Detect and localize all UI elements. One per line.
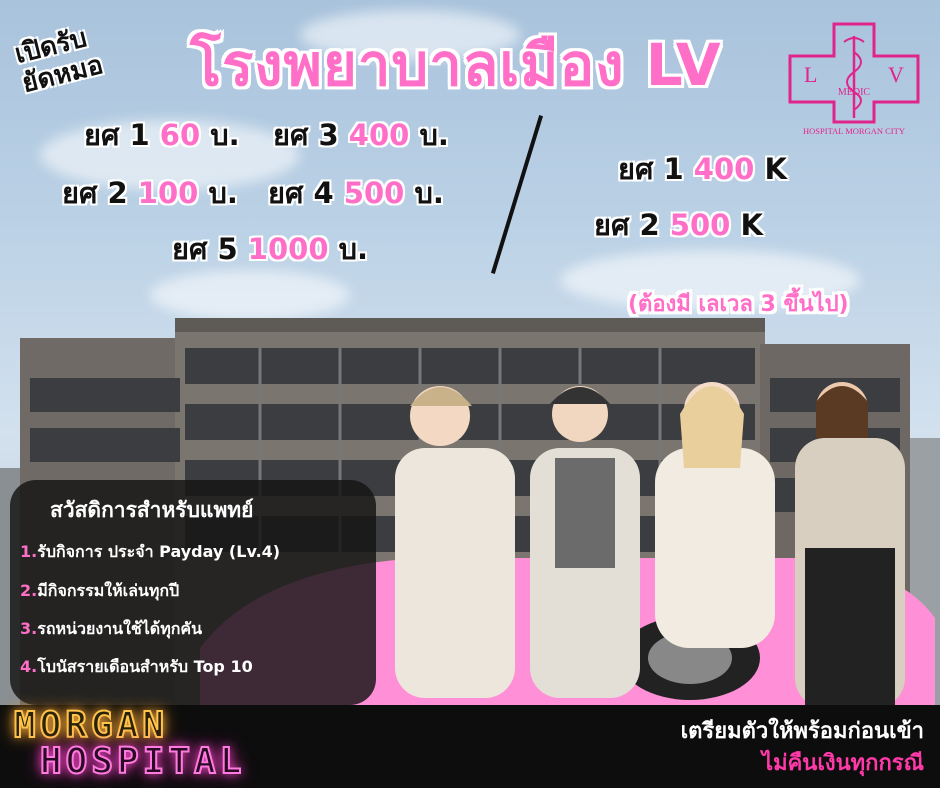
benefit-text: โบนัสรายเดือนสำหรับ Top 10: [37, 657, 253, 676]
price-k-rank-2: ยศ 2 500 K: [594, 202, 763, 248]
price-rank: ยศ 1: [84, 118, 150, 152]
price-amount: 500: [669, 208, 731, 242]
hospital-logo: L V MEDIC HOSPITAL MORGAN CITY: [788, 22, 920, 136]
benefit-text: มีกิจกรรมให้เล่นทุกปี: [37, 581, 180, 600]
recruit-tag: เปิดรับ ยัดหมอ: [12, 21, 106, 99]
logo-word: MEDIC: [838, 87, 871, 98]
price-amount: 500: [343, 176, 405, 210]
benefit-number: 2.: [20, 581, 38, 600]
brand-line-morgan: MORGAN: [13, 704, 169, 747]
price-amount: 400: [693, 152, 755, 186]
price-rank: ยศ 3: [273, 118, 339, 152]
benefit-number: 4.: [20, 657, 38, 676]
benefit-item: 2.มีกิจกรรมให้เล่นทุกปี: [20, 579, 179, 604]
price-rank: ยศ 2: [594, 208, 660, 242]
level-requirement: (ต้องมี เลเวล 3 ขึ้นไป): [628, 292, 849, 317]
logo-caption: HOSPITAL MORGAN CITY: [803, 126, 905, 136]
brand-line-hospital: HOSPITAL: [39, 740, 246, 783]
page-title: โรงพยาบาลเมือง LV: [190, 31, 722, 99]
price-unit: บ.: [414, 176, 444, 210]
logo-letter-left: L: [804, 62, 817, 87]
price-amount: 100: [137, 176, 199, 210]
prepare-note: เตรียมตัวให้พร้อมก่อนเข้า: [680, 719, 924, 744]
price-baht-rank-5: ยศ 5 1000 บ.: [172, 226, 368, 272]
divider-slash: [490, 115, 544, 274]
benefits-heading: สวัสดิการสำหรับแพทย์: [50, 498, 254, 522]
price-unit: K: [764, 152, 787, 186]
price-baht-rank-4: ยศ 4 500 บ.: [268, 170, 444, 216]
price-unit: บ.: [208, 176, 238, 210]
benefits-panel: สวัสดิการสำหรับแพทย์ 1.รับกิจการ ประจำ P…: [10, 480, 376, 705]
price-baht-rank-3: ยศ 3 400 บ.: [273, 112, 449, 158]
price-unit: บ.: [419, 118, 449, 152]
no-refund-note: ไม่คืนเงินทุกกรณี: [762, 751, 924, 776]
benefit-text: รถหน่วยงานใช้ได้ทุกคัน: [37, 619, 203, 638]
price-rank: ยศ 4: [268, 176, 334, 210]
price-rank: ยศ 2: [62, 176, 128, 210]
cloud: [150, 270, 350, 320]
logo-letter-right: V: [888, 62, 904, 87]
price-rank: ยศ 5: [172, 232, 238, 266]
price-unit: บ.: [338, 232, 369, 266]
benefit-text: รับกิจการ ประจำ Payday (Lv.4): [37, 542, 281, 561]
benefit-item: 3.รถหน่วยงานใช้ได้ทุกคัน: [20, 617, 202, 642]
price-amount: 60: [159, 118, 201, 152]
footer-bar: MORGAN HOSPITAL เตรียมตัวให้พร้อมก่อนเข้…: [0, 704, 940, 788]
price-amount: 400: [348, 118, 410, 152]
price-baht-rank-2: ยศ 2 100 บ.: [62, 170, 238, 216]
price-amount: 1000: [247, 232, 329, 266]
benefit-item: 4.โบนัสรายเดือนสำหรับ Top 10: [20, 655, 253, 680]
price-k-rank-1: ยศ 1 400 K: [618, 146, 787, 192]
price-rank: ยศ 1: [618, 152, 684, 186]
price-baht-rank-1: ยศ 1 60 บ.: [84, 112, 240, 158]
price-unit: บ.: [210, 118, 240, 152]
benefit-number: 1.: [20, 542, 38, 561]
benefit-item: 1.รับกิจการ ประจำ Payday (Lv.4): [20, 540, 280, 565]
benefit-number: 3.: [20, 619, 38, 638]
price-unit: K: [740, 208, 763, 242]
recruitment-poster: เปิดรับ ยัดหมอ โรงพยาบาลเมือง LV L V MED…: [0, 0, 940, 788]
